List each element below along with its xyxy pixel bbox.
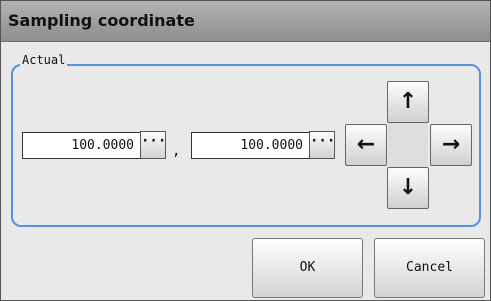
arrow-down-icon: ↓ — [398, 175, 418, 200]
ok-button[interactable]: OK — [252, 238, 363, 298]
dpad-center — [388, 123, 428, 167]
arrow-down-button[interactable]: ↓ — [387, 167, 429, 209]
y-coordinate-field[interactable]: 100.0000 — [191, 132, 309, 159]
x-coordinate-field[interactable]: 100.0000 — [22, 132, 140, 159]
arrow-up-icon: ↑ — [398, 89, 418, 114]
coordinate-separator: , — [172, 143, 181, 159]
x-edit-button[interactable]: ··· — [140, 131, 166, 159]
arrow-right-button[interactable]: → — [430, 124, 472, 166]
arrow-right-icon: → — [441, 132, 461, 157]
dialog-title: Sampling coordinate — [8, 11, 195, 30]
cancel-button[interactable]: Cancel — [374, 238, 485, 298]
arrow-up-button[interactable]: ↑ — [387, 81, 429, 123]
y-edit-button[interactable]: ··· — [309, 131, 335, 159]
actual-group-label: Actual — [20, 53, 68, 67]
titlebar: Sampling coordinate — [1, 1, 490, 42]
arrow-left-icon: ← — [356, 132, 376, 157]
arrow-left-button[interactable]: ← — [345, 124, 387, 166]
